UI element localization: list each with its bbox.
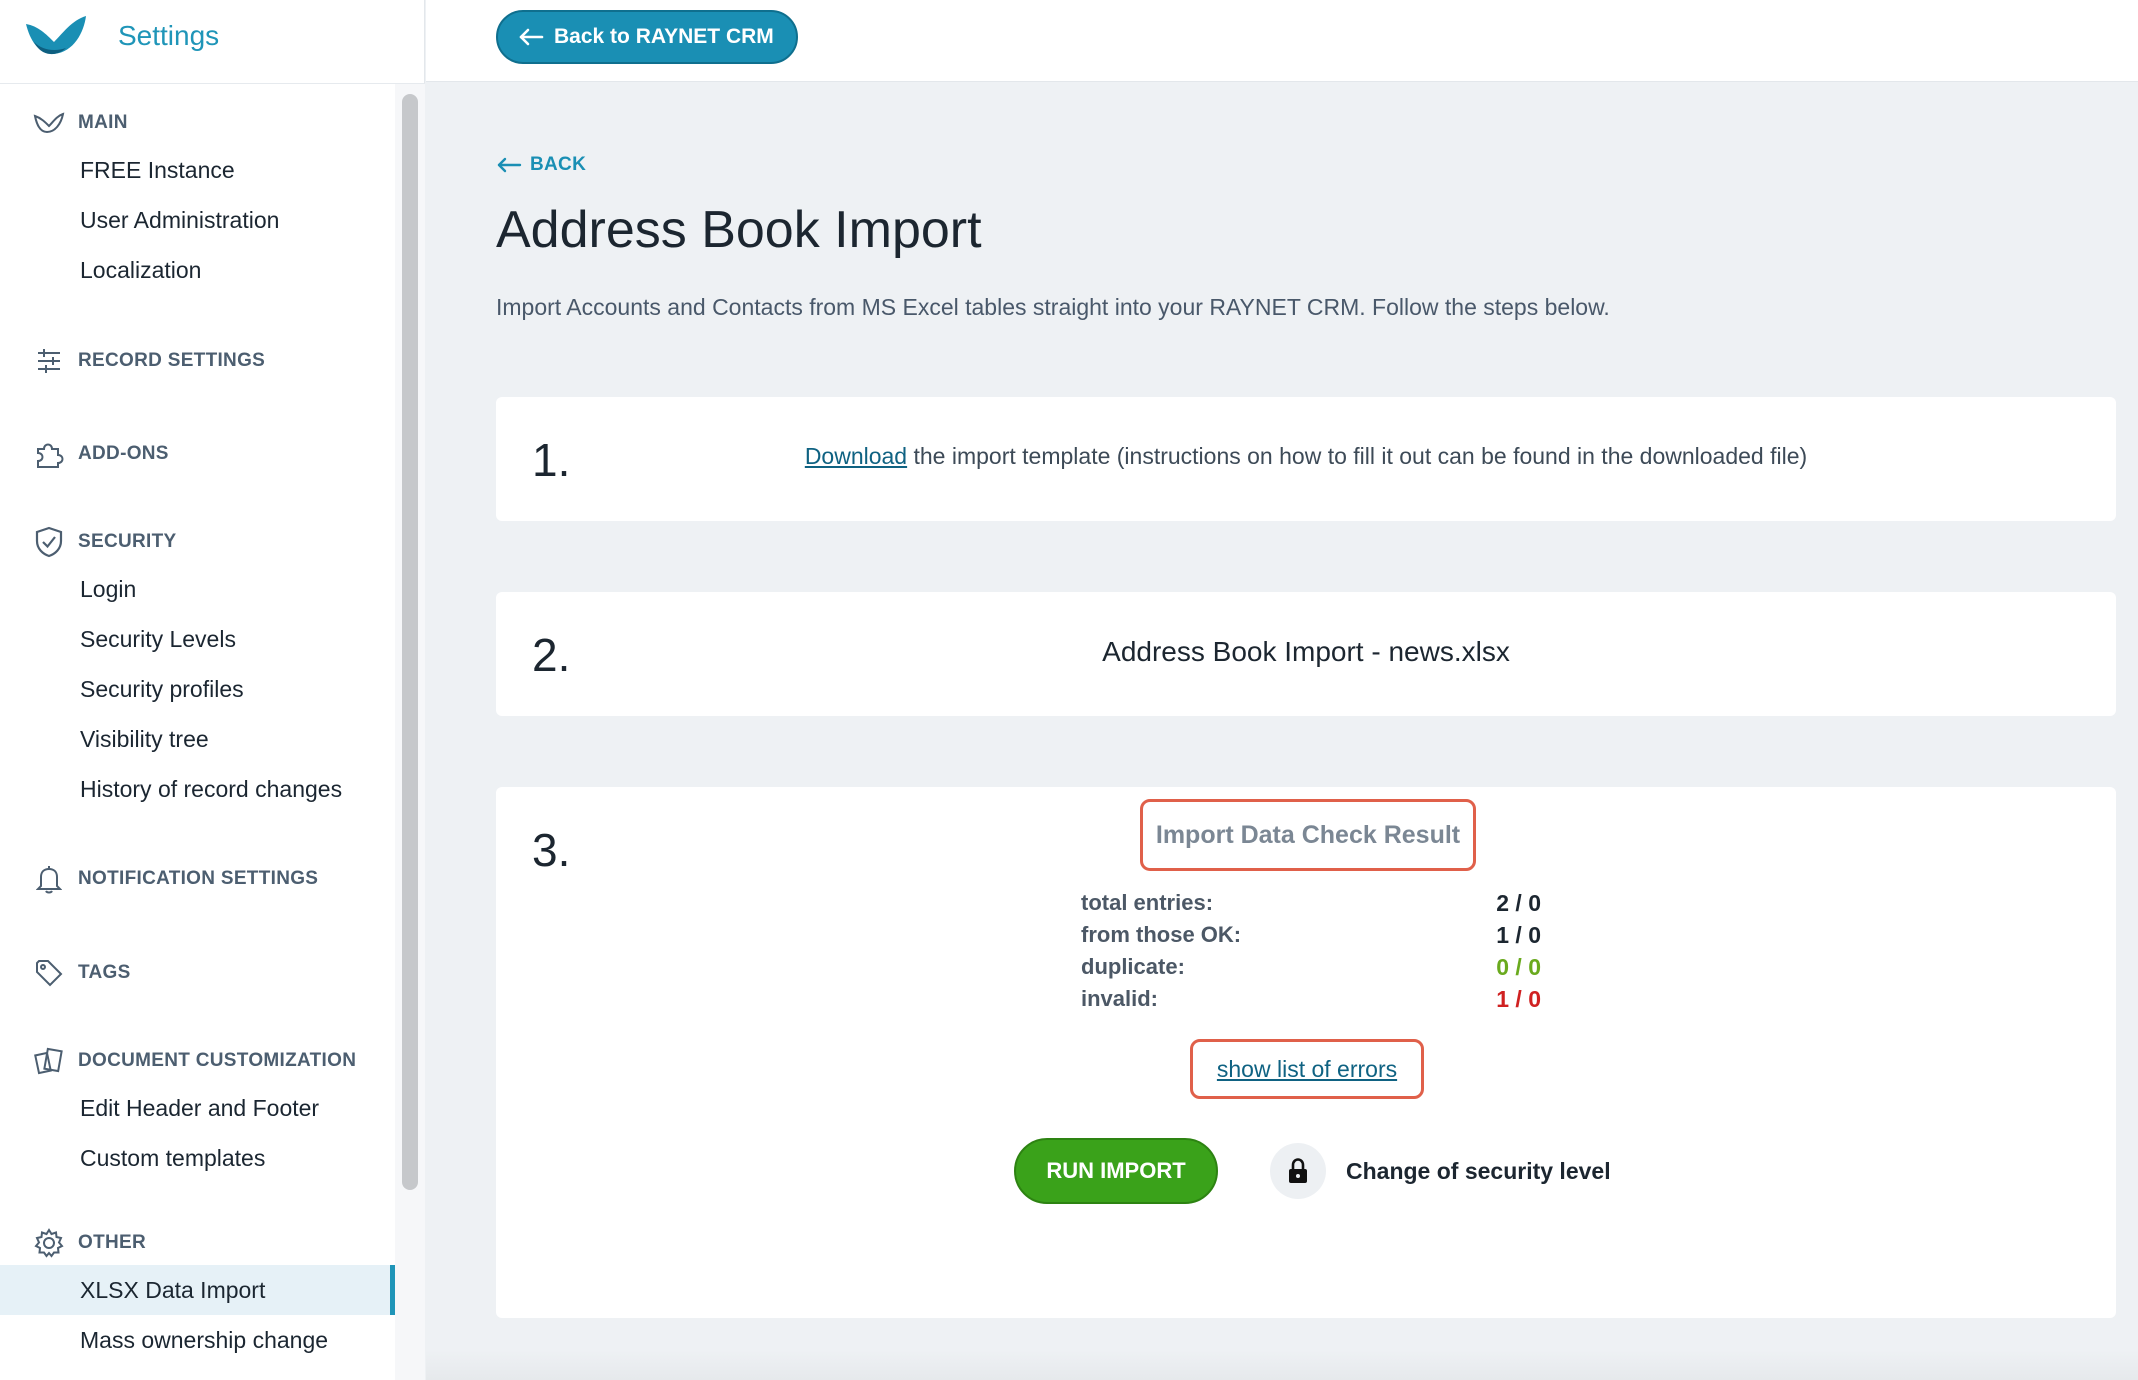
- sidebar-item-login[interactable]: Login: [0, 564, 395, 614]
- step-2-card: 2. Address Book Import - news.xlsx: [496, 592, 2116, 716]
- section-record-settings-header[interactable]: RECORD SETTINGS: [0, 339, 395, 383]
- back-to-crm-button[interactable]: Back to RAYNET CRM: [496, 10, 798, 64]
- sidebar-item-history-of-record-changes[interactable]: History of record changes: [0, 764, 395, 814]
- stat-label: total entries:: [1081, 890, 1214, 915]
- section-tags: TAGS: [0, 951, 395, 995]
- gear-icon: [32, 1226, 66, 1260]
- stat-value: 1 / 0: [1496, 985, 1541, 1012]
- run-import-button[interactable]: RUN IMPORT: [1014, 1138, 1218, 1204]
- sidebar-item-edit-header-and-footer[interactable]: Edit Header and Footer: [0, 1083, 395, 1133]
- section-document-customization: DOCUMENT CUSTOMIZATION Edit Header and F…: [0, 1039, 395, 1183]
- stat-row-total-entries: total entries: 2 / 0: [1081, 887, 1541, 919]
- section-notification-settings-header[interactable]: NOTIFICATION SETTINGS: [0, 857, 395, 901]
- sidebar-scrollbar-thumb[interactable]: [402, 94, 418, 1190]
- section-record-settings: RECORD SETTINGS: [0, 339, 395, 383]
- stat-value: 2 / 0: [1496, 889, 1541, 916]
- sidebar-item-free-instance[interactable]: FREE Instance: [0, 145, 395, 195]
- import-check-result-title: Import Data Check Result: [1140, 799, 1476, 871]
- stat-row-invalid: invalid: 1 / 0: [1081, 983, 1541, 1015]
- sidebar-item-security-profiles[interactable]: Security profiles: [0, 664, 395, 714]
- section-document-customization-label: DOCUMENT CUSTOMIZATION: [78, 1050, 357, 1071]
- show-errors-link[interactable]: show list of errors: [1217, 1056, 1397, 1083]
- sidebar-item-xlsx-data-import[interactable]: XLSX Data Import: [0, 1265, 395, 1315]
- sidebar-nav: MAIN FREE Instance User Administration L…: [0, 84, 395, 1380]
- section-main: MAIN FREE Instance User Administration L…: [0, 101, 395, 295]
- stat-row-duplicate: duplicate: 0 / 0: [1081, 951, 1541, 983]
- raynet-logo[interactable]: [24, 12, 88, 58]
- sidebar-item-security-levels[interactable]: Security Levels: [0, 614, 395, 664]
- main-content: BACK Address Book Import Import Accounts…: [426, 82, 2138, 1380]
- step-1-card: 1. Download the import template (instruc…: [496, 397, 2116, 521]
- section-tags-header[interactable]: TAGS: [0, 951, 395, 995]
- section-main-header[interactable]: MAIN: [0, 101, 395, 145]
- section-add-ons-header[interactable]: ADD-ONS: [0, 432, 395, 476]
- arrow-left-icon: [519, 28, 544, 46]
- sidebar-item-visibility-tree[interactable]: Visibility tree: [0, 714, 395, 764]
- page-title: Address Book Import: [496, 201, 982, 259]
- section-other-header[interactable]: OTHER: [0, 1221, 395, 1265]
- arrow-left-icon: [497, 157, 522, 173]
- stat-row-ok: from those OK: 1 / 0: [1081, 919, 1541, 951]
- step-1-instructions: the import template (instructions on how…: [907, 443, 1808, 469]
- section-security-header[interactable]: SECURITY: [0, 520, 395, 564]
- sidebar-item-user-administration[interactable]: User Administration: [0, 195, 395, 245]
- back-to-crm-label: Back to RAYNET CRM: [554, 25, 774, 48]
- section-main-label: MAIN: [78, 112, 128, 133]
- main-icon: [32, 106, 66, 140]
- stat-label: from those OK:: [1081, 922, 1242, 947]
- step-3-card: 3. Import Data Check Result total entrie…: [496, 787, 2116, 1318]
- section-notification-settings: NOTIFICATION SETTINGS: [0, 857, 395, 901]
- security-level-button[interactable]: [1270, 1143, 1326, 1199]
- bell-icon: [32, 862, 66, 896]
- section-other: OTHER XLSX Data Import Mass ownership ch…: [0, 1221, 395, 1365]
- step-3-number: 3.: [532, 824, 571, 876]
- section-security-label: SECURITY: [78, 531, 177, 552]
- page-description: Import Accounts and Contacts from MS Exc…: [496, 294, 1610, 320]
- tag-icon: [32, 956, 66, 990]
- step-1-text: Download the import template (instructio…: [496, 443, 2116, 470]
- section-tags-label: TAGS: [78, 962, 131, 983]
- sidebar: Settings MAIN FREE Instance User Adminis…: [0, 0, 425, 1380]
- stat-value: 1 / 0: [1496, 921, 1541, 948]
- app-title: Settings: [118, 20, 220, 51]
- import-stats: total entries: 2 / 0 from those OK: 1 / …: [1081, 887, 1541, 1015]
- download-link[interactable]: Download: [805, 443, 907, 469]
- bottom-shadow: [426, 1350, 2138, 1380]
- section-add-ons: ADD-ONS: [0, 432, 395, 476]
- section-add-ons-label: ADD-ONS: [78, 443, 169, 464]
- section-notification-settings-label: NOTIFICATION SETTINGS: [78, 868, 319, 889]
- stat-label: invalid:: [1081, 986, 1159, 1011]
- uploaded-file-name: Address Book Import - news.xlsx: [1102, 636, 1510, 667]
- lock-icon: [1289, 1158, 1307, 1183]
- security-level-label[interactable]: Change of security level: [1346, 1158, 1611, 1185]
- documents-icon: [32, 1044, 66, 1078]
- sidebar-item-localization[interactable]: Localization: [0, 245, 395, 295]
- back-link[interactable]: BACK: [496, 154, 586, 176]
- stat-value: 0 / 0: [1496, 953, 1541, 980]
- section-security: SECURITY Login Security Levels Security …: [0, 520, 395, 814]
- sliders-icon: [32, 344, 66, 378]
- sidebar-item-custom-templates[interactable]: Custom templates: [0, 1133, 395, 1183]
- stat-label: duplicate:: [1081, 954, 1185, 979]
- errors-link-highlight: show list of errors: [1190, 1039, 1424, 1099]
- sidebar-item-mass-ownership-change[interactable]: Mass ownership change: [0, 1315, 395, 1365]
- section-document-customization-header[interactable]: DOCUMENT CUSTOMIZATION: [0, 1039, 395, 1083]
- back-link-label: BACK: [530, 154, 587, 175]
- section-other-label: OTHER: [78, 1232, 146, 1253]
- shield-icon: [32, 525, 66, 559]
- sidebar-header: Settings: [0, 0, 425, 84]
- puzzle-icon: [32, 437, 66, 471]
- top-bar: Back to RAYNET CRM: [426, 0, 2138, 82]
- section-record-settings-label: RECORD SETTINGS: [78, 350, 266, 371]
